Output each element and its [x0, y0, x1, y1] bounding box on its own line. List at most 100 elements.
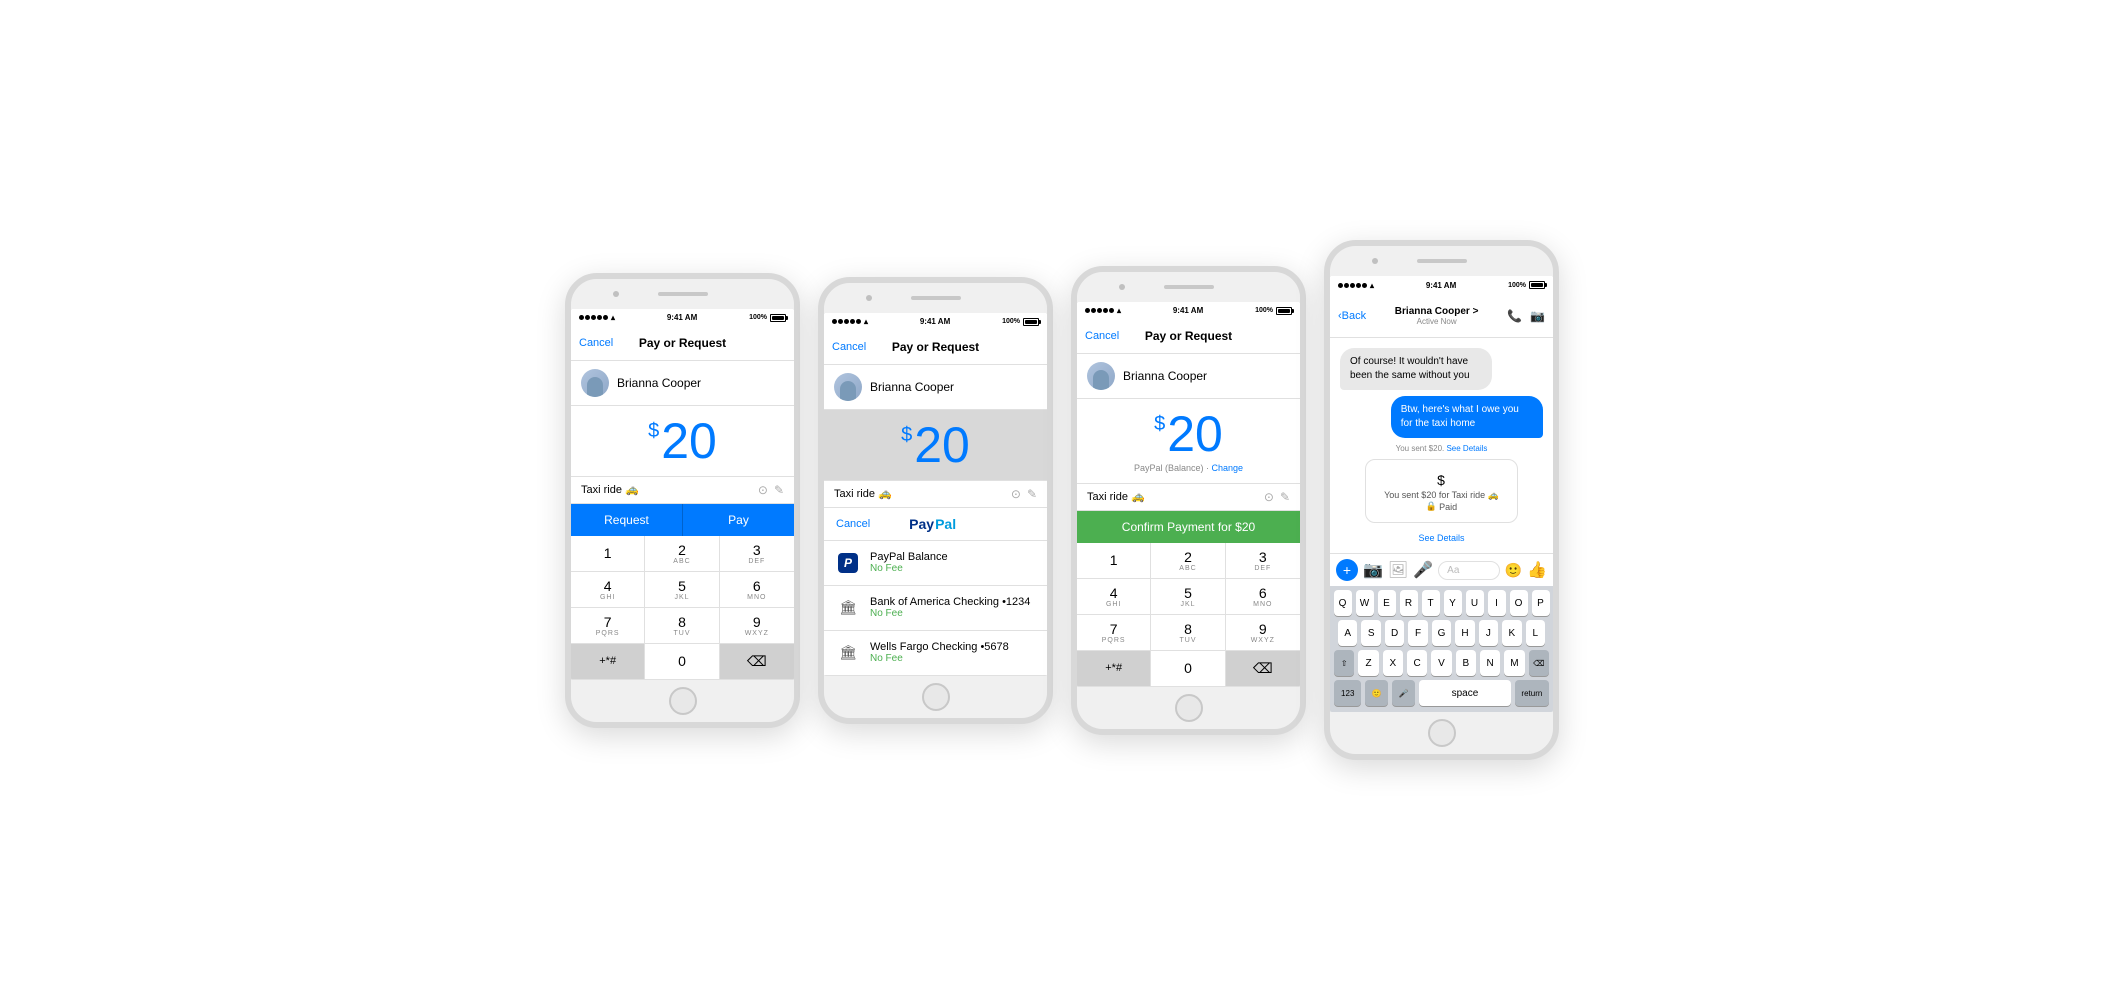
- key-8-3[interactable]: 8TUV: [1151, 615, 1225, 651]
- panel-cancel-button[interactable]: Cancel: [836, 518, 870, 530]
- home-button-2[interactable]: [922, 683, 950, 711]
- image-input-icon[interactable]: 🖼: [1388, 560, 1408, 580]
- edit-icon-3[interactable]: ✎: [1280, 490, 1290, 504]
- home-button-4[interactable]: [1428, 719, 1456, 747]
- key-123[interactable]: 123: [1334, 680, 1361, 706]
- bofa-option[interactable]: 🏛 Bank of America Checking •1234 No Fee: [824, 586, 1047, 631]
- request-button-1[interactable]: Request: [571, 504, 682, 536]
- key-5-1[interactable]: 5JKL: [645, 572, 719, 608]
- key-Y[interactable]: Y: [1444, 590, 1462, 616]
- key-D[interactable]: D: [1385, 620, 1404, 646]
- video-call-icon[interactable]: 📷: [1530, 309, 1545, 323]
- key-F[interactable]: F: [1408, 620, 1427, 646]
- bank-icon-2: 🏛: [836, 641, 860, 665]
- cancel-button-1[interactable]: Cancel: [579, 337, 613, 349]
- key-Z[interactable]: Z: [1358, 650, 1378, 676]
- card-paid-status: 🔒 Paid: [1376, 501, 1506, 512]
- key-W[interactable]: W: [1356, 590, 1374, 616]
- home-button-3[interactable]: [1175, 694, 1203, 722]
- key-U[interactable]: U: [1466, 590, 1484, 616]
- key-C[interactable]: C: [1407, 650, 1427, 676]
- key-N[interactable]: N: [1480, 650, 1500, 676]
- pay-button-1[interactable]: Pay: [682, 504, 794, 536]
- see-details-link-2[interactable]: See Details: [1340, 533, 1543, 543]
- key-0-3[interactable]: 0: [1151, 651, 1225, 687]
- key-G[interactable]: G: [1432, 620, 1451, 646]
- key-P[interactable]: P: [1532, 590, 1550, 616]
- screen-2: ▴ 9:41 AM 100% Cancel Pay or Request Bri…: [824, 313, 1047, 676]
- nav-title-3: Pay or Request: [1145, 329, 1232, 343]
- key-O[interactable]: O: [1510, 590, 1528, 616]
- key-8-1[interactable]: 8TUV: [645, 608, 719, 644]
- key-R[interactable]: R: [1400, 590, 1418, 616]
- key-1-3[interactable]: 1: [1077, 543, 1151, 579]
- key-del-1[interactable]: ⌫: [720, 644, 794, 680]
- key-T[interactable]: T: [1422, 590, 1440, 616]
- see-details-link-1[interactable]: See Details: [1446, 444, 1487, 453]
- key-I[interactable]: I: [1488, 590, 1506, 616]
- key-3-1[interactable]: 3DEF: [720, 536, 794, 572]
- key-2-3[interactable]: 2ABC: [1151, 543, 1225, 579]
- key-star-3[interactable]: +*#: [1077, 651, 1151, 687]
- phone-top-4: [1330, 246, 1553, 276]
- key-B[interactable]: B: [1456, 650, 1476, 676]
- key-9-1[interactable]: 9WXYZ: [720, 608, 794, 644]
- avatar-3: [1087, 362, 1115, 390]
- camera-icon-3[interactable]: ⊙: [1264, 490, 1274, 504]
- key-J[interactable]: J: [1479, 620, 1498, 646]
- signal-area-2: ▴: [832, 317, 868, 326]
- key-shift[interactable]: ⇧: [1334, 650, 1354, 676]
- key-4-1[interactable]: 4GHI: [571, 572, 645, 608]
- back-button[interactable]: ‹ Back: [1338, 310, 1366, 322]
- camera-icon-1[interactable]: ⊙: [758, 483, 768, 497]
- key-9-3[interactable]: 9WXYZ: [1226, 615, 1300, 651]
- message-input[interactable]: Aa: [1438, 561, 1499, 580]
- key-7-3[interactable]: 7PQRS: [1077, 615, 1151, 651]
- key-emoji[interactable]: 🙂: [1365, 680, 1388, 706]
- confirm-payment-button[interactable]: Confirm Payment for $20: [1077, 511, 1300, 543]
- key-1-1[interactable]: 1: [571, 536, 645, 572]
- key-return[interactable]: return: [1515, 680, 1549, 706]
- wells-fargo-option[interactable]: 🏛 Wells Fargo Checking •5678 No Fee: [824, 631, 1047, 676]
- key-0-1[interactable]: 0: [645, 644, 719, 680]
- key-7-1[interactable]: 7PQRS: [571, 608, 645, 644]
- key-dictation[interactable]: 🎤: [1392, 680, 1415, 706]
- amount-area-1: $ 20: [571, 406, 794, 476]
- change-payment-link[interactable]: Change: [1212, 463, 1244, 473]
- key-X[interactable]: X: [1383, 650, 1403, 676]
- add-button[interactable]: +: [1336, 559, 1358, 581]
- key-K[interactable]: K: [1502, 620, 1521, 646]
- key-del-3[interactable]: ⌫: [1226, 651, 1300, 687]
- camera-icon-2[interactable]: ⊙: [1011, 487, 1021, 501]
- phone-bottom-4: [1330, 712, 1553, 754]
- key-backspace[interactable]: ⌫: [1529, 650, 1549, 676]
- cancel-button-2[interactable]: Cancel: [832, 341, 866, 353]
- key-V[interactable]: V: [1431, 650, 1451, 676]
- thumbs-up-icon[interactable]: 👍: [1527, 560, 1547, 580]
- home-button-1[interactable]: [669, 687, 697, 715]
- key-4-3[interactable]: 4GHI: [1077, 579, 1151, 615]
- edit-icon-2[interactable]: ✎: [1027, 487, 1037, 501]
- key-L[interactable]: L: [1526, 620, 1545, 646]
- time-1: 9:41 AM: [667, 313, 697, 322]
- key-5-3[interactable]: 5JKL: [1151, 579, 1225, 615]
- emoji-icon[interactable]: 🙂: [1505, 562, 1522, 579]
- edit-icon-1[interactable]: ✎: [774, 483, 784, 497]
- camera-input-icon[interactable]: 📷: [1363, 560, 1383, 580]
- key-S[interactable]: S: [1361, 620, 1380, 646]
- key-6-3[interactable]: 6MNO: [1226, 579, 1300, 615]
- paypal-balance-option[interactable]: P PayPal Balance No Fee: [824, 541, 1047, 586]
- key-Q[interactable]: Q: [1334, 590, 1352, 616]
- key-M[interactable]: M: [1504, 650, 1524, 676]
- key-space[interactable]: space: [1419, 680, 1511, 706]
- key-2-1[interactable]: 2ABC: [645, 536, 719, 572]
- key-A[interactable]: A: [1338, 620, 1357, 646]
- key-E[interactable]: E: [1378, 590, 1396, 616]
- cancel-button-3[interactable]: Cancel: [1085, 330, 1119, 342]
- mic-input-icon[interactable]: 🎤: [1413, 560, 1433, 580]
- phone-call-icon[interactable]: 📞: [1507, 309, 1522, 323]
- key-star-1[interactable]: +*#: [571, 644, 645, 680]
- key-3-3[interactable]: 3DEF: [1226, 543, 1300, 579]
- key-6-1[interactable]: 6MNO: [720, 572, 794, 608]
- key-H[interactable]: H: [1455, 620, 1474, 646]
